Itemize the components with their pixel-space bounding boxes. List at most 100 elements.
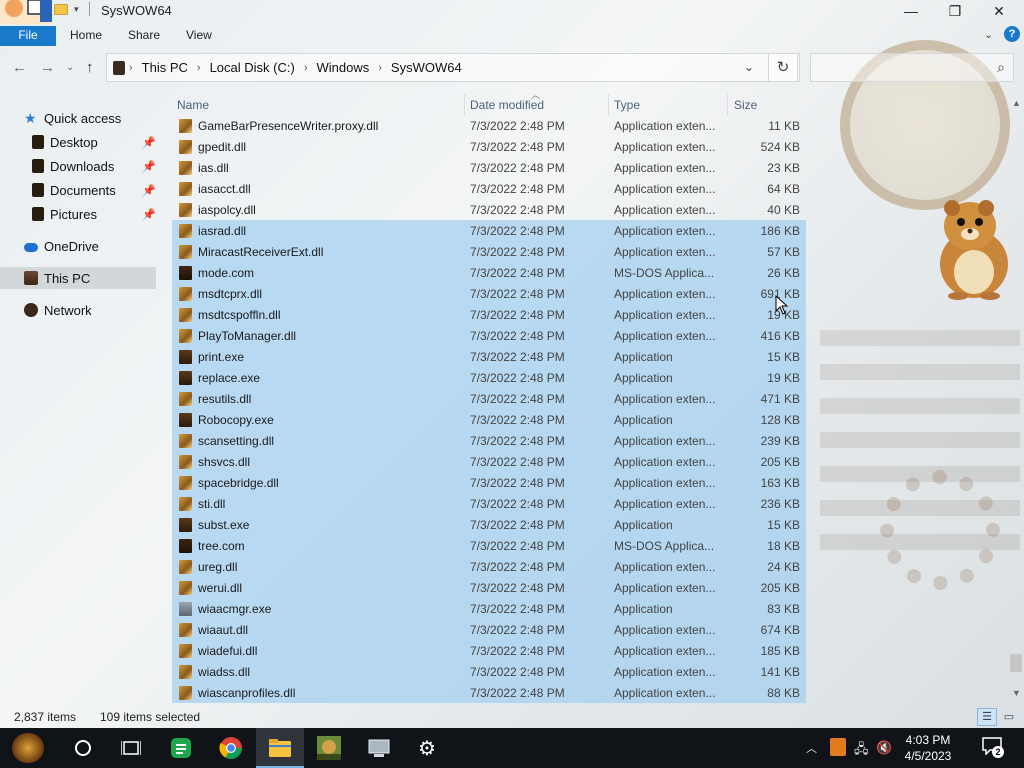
title-bar[interactable]: ▾ SysWOW64 — ❐ ✕ — [0, 0, 1024, 24]
large-icons-view-icon[interactable]: ▭ — [999, 708, 1019, 726]
refresh-button[interactable]: ↻ — [768, 53, 798, 82]
table-row[interactable]: resutils.dll 7/3/2022 2:48 PM Application … — [172, 388, 806, 409]
column-divider[interactable] — [727, 94, 728, 116]
recent-locations-icon[interactable]: ⌄ — [66, 62, 74, 73]
table-row[interactable]: ias.dll 7/3/2022 2:48 PM Application exten… — [172, 157, 806, 178]
table-row[interactable]: GameBarPresenceWriter.proxy.dll 7/3/2022 … — [172, 115, 806, 136]
table-row[interactable]: wiadss.dll 7/3/2022 2:48 PM Application ex… — [172, 661, 806, 682]
table-row[interactable]: gpedit.dll 7/3/2022 2:48 PM Application ex… — [172, 136, 806, 157]
forward-arrow-icon[interactable]: → — [40, 59, 55, 76]
table-row[interactable]: iasacct.dll 7/3/2022 2:48 PM Application e… — [172, 178, 806, 199]
table-row[interactable]: wiaacmgr.exe 7/3/2022 2:48 PM Application 8… — [172, 598, 806, 619]
tray-overflow-icon[interactable]: ︿ — [806, 740, 817, 756]
minimize-button[interactable]: — — [888, 0, 934, 22]
settings-gear-icon[interactable]: ⚙ — [414, 735, 440, 761]
com-file-icon — [179, 539, 192, 553]
clock-date[interactable]: 4/5/2023 — [900, 749, 956, 763]
nav-network[interactable]: Network — [24, 299, 156, 321]
search-icon[interactable] — [70, 735, 96, 761]
hamster-mascot[interactable] — [930, 196, 1016, 300]
nav-label: OneDrive — [44, 238, 99, 254]
volume-muted-icon[interactable]: 🔇 — [876, 740, 892, 756]
tab-home[interactable]: Home — [60, 26, 112, 46]
nav-desktop[interactable]: Desktop 📌 — [32, 131, 156, 153]
sway-app-icon[interactable] — [168, 735, 194, 761]
table-row[interactable]: print.exe 7/3/2022 2:48 PM Application 15 K… — [172, 346, 806, 367]
close-button[interactable]: ✕ — [976, 0, 1022, 22]
column-divider[interactable] — [608, 94, 609, 116]
table-row[interactable]: shsvcs.dll 7/3/2022 2:48 PM Application ex… — [172, 451, 806, 472]
expand-ribbon-icon[interactable]: ⌄ — [984, 28, 993, 41]
scroll-thumb[interactable] — [1010, 654, 1022, 672]
nav-pictures[interactable]: Pictures 📌 — [32, 203, 156, 225]
tray-app-icon[interactable] — [830, 738, 846, 756]
table-row[interactable]: spacebridge.dll 7/3/2022 2:48 PM Applicati… — [172, 472, 806, 493]
file-type: Application exten... — [614, 497, 716, 511]
table-row[interactable]: wiadefui.dll 7/3/2022 2:48 PM Application … — [172, 640, 806, 661]
help-icon[interactable]: ? — [1004, 26, 1020, 42]
nav-this-pc[interactable]: This PC — [0, 267, 156, 289]
nav-downloads[interactable]: Downloads 📌 — [32, 155, 156, 177]
table-row[interactable]: Robocopy.exe 7/3/2022 2:48 PM Application 1… — [172, 409, 806, 430]
pin-icon: 📌 — [142, 208, 156, 221]
column-header-name[interactable]: Name — [177, 98, 209, 112]
crumb-syswow64[interactable]: SysWOW64 — [391, 60, 462, 75]
column-divider[interactable] — [464, 94, 465, 116]
table-row[interactable]: scansetting.dll 7/3/2022 2:48 PM Applicati… — [172, 430, 806, 451]
file-size: 11 KB — [768, 119, 800, 133]
table-row[interactable]: msdtcspoffln.dll 7/3/2022 2:48 PM Applicat… — [172, 304, 806, 325]
qat-dropdown-icon[interactable]: ▾ — [74, 4, 79, 15]
scroll-down-icon[interactable]: ▼ — [1012, 688, 1021, 698]
nav-onedrive[interactable]: OneDrive — [24, 235, 156, 257]
file-type: Application exten... — [614, 308, 716, 322]
chrome-icon[interactable] — [218, 735, 244, 761]
table-row[interactable]: PlayToManager.dll 7/3/2022 2:48 PM Applica… — [172, 325, 806, 346]
crumb-windows[interactable]: Windows — [317, 60, 370, 75]
file-date: 7/3/2022 2:48 PM — [470, 287, 565, 301]
table-row[interactable]: mode.com 7/3/2022 2:48 PM MS-DOS Applica..… — [172, 262, 806, 283]
tab-share[interactable]: Share — [118, 26, 170, 46]
table-row[interactable]: iasrad.dll 7/3/2022 2:48 PM Application ex… — [172, 220, 806, 241]
file-name: ureg.dll — [198, 560, 238, 574]
column-header-size[interactable]: Size — [734, 98, 757, 112]
maximize-button[interactable]: ❐ — [932, 0, 978, 22]
tab-file[interactable]: File — [0, 26, 56, 46]
search-input[interactable]: ⌕ — [810, 53, 1014, 82]
tab-view[interactable]: View — [176, 26, 222, 46]
table-row[interactable]: tree.com 7/3/2022 2:48 PM MS-DOS Applica..… — [172, 535, 806, 556]
back-arrow-icon[interactable]: ← — [12, 59, 27, 76]
address-bar[interactable]: › This PC › Local Disk (C:) › Windows › … — [106, 53, 800, 82]
crumb-local-disk[interactable]: Local Disk (C:) — [210, 60, 295, 75]
folder-icon — [32, 159, 44, 173]
game-app-icon[interactable] — [316, 735, 342, 761]
table-row[interactable]: wiascanprofiles.dll 7/3/2022 2:48 PM Appli… — [172, 682, 806, 703]
table-row[interactable]: MiracastReceiverExt.dll 7/3/2022 2:48 PM A… — [172, 241, 806, 262]
clock-time[interactable]: 4:03 PM — [900, 733, 956, 747]
table-row[interactable]: ureg.dll 7/3/2022 2:48 PM Application exte… — [172, 556, 806, 577]
table-row[interactable]: subst.exe 7/3/2022 2:48 PM Application 15 K… — [172, 514, 806, 535]
computer-app-icon[interactable] — [366, 735, 392, 761]
table-row[interactable]: replace.exe 7/3/2022 2:48 PM Application 19… — [172, 367, 806, 388]
start-button[interactable] — [12, 733, 44, 763]
up-arrow-icon[interactable]: ↑ — [86, 59, 94, 76]
table-row[interactable]: iaspolcy.dll 7/3/2022 2:48 PM Application … — [172, 199, 806, 220]
table-row[interactable]: msdtcprx.dll 7/3/2022 2:48 PM Application … — [172, 283, 806, 304]
file-date: 7/3/2022 2:48 PM — [470, 518, 565, 532]
taskbar: ⚙ ︿ 🖧 🔇 4:03 PM 4/5/2023 2 — [0, 728, 1024, 768]
table-row[interactable]: wiaaut.dll 7/3/2022 2:48 PM Application ex… — [172, 619, 806, 640]
address-dropdown-icon[interactable]: ⌄ — [744, 60, 754, 74]
column-header-type[interactable]: Type — [614, 98, 640, 112]
network-icon[interactable]: 🖧 — [854, 740, 869, 762]
file-name: shsvcs.dll — [198, 455, 251, 469]
scroll-up-icon[interactable]: ▲ — [1012, 98, 1021, 108]
task-view-icon[interactable] — [118, 735, 144, 761]
table-row[interactable]: sti.dll 7/3/2022 2:48 PM Application exten… — [172, 493, 806, 514]
table-row[interactable]: werui.dll 7/3/2022 2:48 PM Application ext… — [172, 577, 806, 598]
details-view-icon[interactable]: ☰ — [977, 708, 997, 726]
nav-documents[interactable]: Documents 📌 — [32, 179, 156, 201]
crumb-this-pc[interactable]: This PC — [142, 60, 188, 75]
nav-quick-access[interactable]: ★ Quick access — [24, 107, 156, 129]
vertical-scrollbar[interactable]: ▲ ▼ — [1008, 96, 1024, 700]
file-explorer-icon[interactable] — [267, 735, 293, 761]
file-name: print.exe — [198, 350, 245, 364]
